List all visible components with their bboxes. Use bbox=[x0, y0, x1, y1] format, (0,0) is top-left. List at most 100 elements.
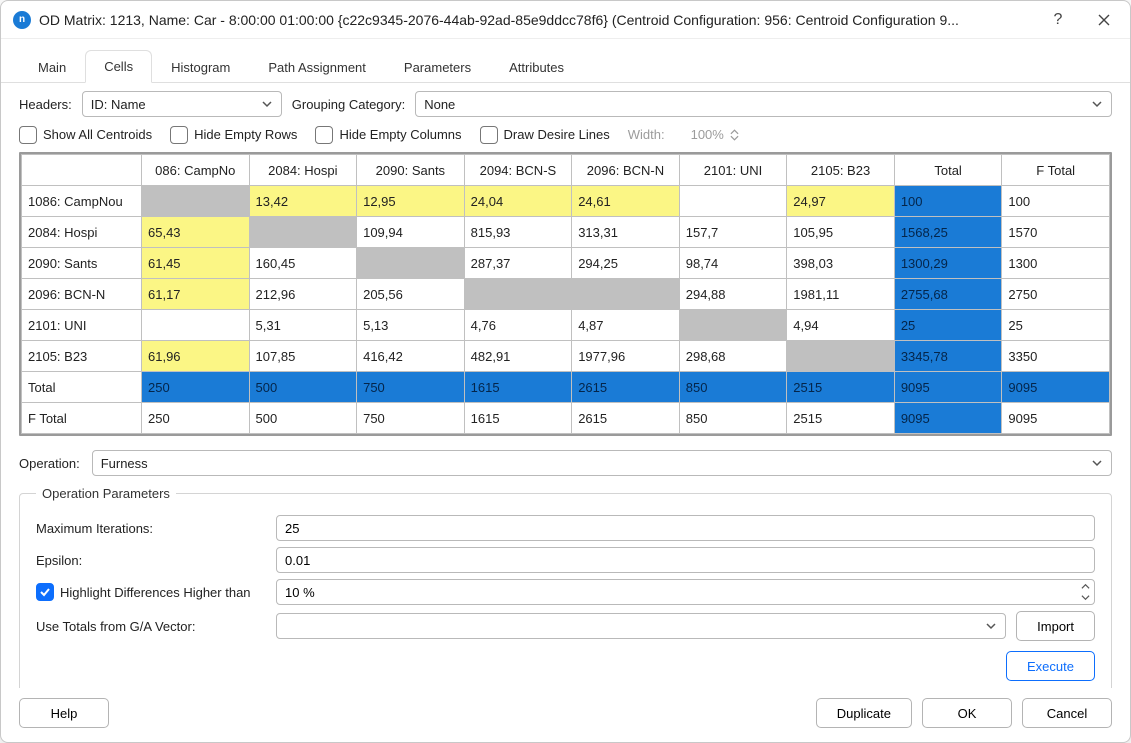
matrix-cell[interactable] bbox=[142, 310, 250, 341]
matrix-cell[interactable]: 109,94 bbox=[357, 217, 465, 248]
matrix-cell[interactable]: 9095 bbox=[894, 372, 1002, 403]
matrix-cell[interactable]: 294,25 bbox=[572, 248, 680, 279]
draw-desire-lines-checkbox[interactable]: Draw Desire Lines bbox=[480, 126, 610, 144]
matrix-cell[interactable]: 212,96 bbox=[249, 279, 357, 310]
matrix-cell[interactable]: 2515 bbox=[787, 403, 895, 434]
tab-cells[interactable]: Cells bbox=[85, 50, 152, 83]
hide-empty-columns-checkbox[interactable]: Hide Empty Columns bbox=[315, 126, 461, 144]
matrix-cell[interactable]: 1570 bbox=[1002, 217, 1110, 248]
matrix-cell[interactable]: 5,31 bbox=[249, 310, 357, 341]
matrix-cell[interactable]: 298,68 bbox=[679, 341, 787, 372]
matrix-cell[interactable]: 205,56 bbox=[357, 279, 465, 310]
matrix-cell[interactable]: 416,42 bbox=[357, 341, 465, 372]
matrix-cell[interactable]: 500 bbox=[249, 403, 357, 434]
tab-attributes[interactable]: Attributes bbox=[490, 51, 583, 83]
hide-empty-rows-checkbox[interactable]: Hide Empty Rows bbox=[170, 126, 297, 144]
help-button[interactable]: ? bbox=[1044, 6, 1072, 34]
matrix-row-header[interactable]: 2090: Sants bbox=[22, 248, 142, 279]
matrix-col-header[interactable]: 2090: Sants bbox=[357, 155, 465, 186]
matrix-col-header[interactable]: 086: CampNo bbox=[142, 155, 250, 186]
od-matrix-grid[interactable]: 086: CampNo2084: Hospi2090: Sants2094: B… bbox=[19, 152, 1112, 436]
matrix-row-header[interactable]: F Total bbox=[22, 403, 142, 434]
matrix-col-header[interactable]: 2096: BCN-N bbox=[572, 155, 680, 186]
matrix-col-header[interactable]: 2105: B23 bbox=[787, 155, 895, 186]
matrix-cell[interactable]: 250 bbox=[142, 403, 250, 434]
close-icon[interactable] bbox=[1090, 6, 1118, 34]
matrix-cell[interactable]: 398,03 bbox=[787, 248, 895, 279]
use-totals-combo[interactable] bbox=[276, 613, 1006, 639]
matrix-cell[interactable]: 850 bbox=[679, 372, 787, 403]
highlight-diff-checkbox[interactable]: Highlight Differences Higher than bbox=[36, 583, 266, 601]
matrix-cell[interactable]: 4,87 bbox=[572, 310, 680, 341]
matrix-cell[interactable]: 13,42 bbox=[249, 186, 357, 217]
matrix-cell[interactable]: 157,7 bbox=[679, 217, 787, 248]
matrix-cell[interactable]: 25 bbox=[894, 310, 1002, 341]
matrix-col-header[interactable]: 2101: UNI bbox=[679, 155, 787, 186]
matrix-cell[interactable]: 105,95 bbox=[787, 217, 895, 248]
matrix-cell[interactable]: 1300,29 bbox=[894, 248, 1002, 279]
matrix-row-header[interactable]: 2084: Hospi bbox=[22, 217, 142, 248]
matrix-cell[interactable]: 313,31 bbox=[572, 217, 680, 248]
matrix-cell[interactable]: 65,43 bbox=[142, 217, 250, 248]
width-spinner[interactable]: 100% bbox=[687, 125, 739, 144]
matrix-col-header[interactable]: F Total bbox=[1002, 155, 1110, 186]
matrix-cell[interactable]: 24,97 bbox=[787, 186, 895, 217]
matrix-row-header[interactable]: 1086: CampNou bbox=[22, 186, 142, 217]
matrix-row-header[interactable]: 2101: UNI bbox=[22, 310, 142, 341]
execute-button[interactable]: Execute bbox=[1006, 651, 1095, 681]
matrix-cell[interactable]: 4,76 bbox=[464, 310, 572, 341]
matrix-cell[interactable]: 24,04 bbox=[464, 186, 572, 217]
matrix-col-header[interactable]: Total bbox=[894, 155, 1002, 186]
chevron-down-icon[interactable] bbox=[1078, 592, 1092, 603]
matrix-cell[interactable]: 2615 bbox=[572, 403, 680, 434]
matrix-cell[interactable]: 500 bbox=[249, 372, 357, 403]
matrix-cell[interactable]: 61,45 bbox=[142, 248, 250, 279]
matrix-row-header[interactable]: 2096: BCN-N bbox=[22, 279, 142, 310]
chevron-up-icon[interactable] bbox=[1078, 581, 1092, 592]
matrix-cell[interactable]: 1981,11 bbox=[787, 279, 895, 310]
matrix-cell[interactable]: 3345,78 bbox=[894, 341, 1002, 372]
matrix-cell[interactable] bbox=[249, 217, 357, 248]
operation-combo[interactable]: Furness bbox=[92, 450, 1112, 476]
matrix-cell[interactable]: 100 bbox=[894, 186, 1002, 217]
matrix-cell[interactable]: 98,74 bbox=[679, 248, 787, 279]
matrix-cell[interactable]: 1615 bbox=[464, 372, 572, 403]
matrix-cell[interactable]: 61,96 bbox=[142, 341, 250, 372]
matrix-cell[interactable]: 250 bbox=[142, 372, 250, 403]
tab-main[interactable]: Main bbox=[19, 51, 85, 83]
matrix-col-header[interactable]: 2094: BCN-S bbox=[464, 155, 572, 186]
highlight-diff-input[interactable] bbox=[276, 579, 1095, 605]
matrix-cell[interactable]: 815,93 bbox=[464, 217, 572, 248]
matrix-cell[interactable]: 2755,68 bbox=[894, 279, 1002, 310]
matrix-cell[interactable]: 850 bbox=[679, 403, 787, 434]
matrix-cell[interactable] bbox=[679, 186, 787, 217]
matrix-cell[interactable]: 12,95 bbox=[357, 186, 465, 217]
matrix-cell[interactable]: 2750 bbox=[1002, 279, 1110, 310]
matrix-cell[interactable] bbox=[679, 310, 787, 341]
import-button[interactable]: Import bbox=[1016, 611, 1095, 641]
tab-path-assignment[interactable]: Path Assignment bbox=[249, 51, 385, 83]
matrix-cell[interactable]: 5,13 bbox=[357, 310, 465, 341]
matrix-row-header[interactable]: Total bbox=[22, 372, 142, 403]
tab-parameters[interactable]: Parameters bbox=[385, 51, 490, 83]
matrix-cell[interactable]: 24,61 bbox=[572, 186, 680, 217]
matrix-cell[interactable]: 482,91 bbox=[464, 341, 572, 372]
matrix-cell[interactable]: 3350 bbox=[1002, 341, 1110, 372]
matrix-cell[interactable]: 2515 bbox=[787, 372, 895, 403]
matrix-cell[interactable] bbox=[787, 341, 895, 372]
matrix-cell[interactable]: 294,88 bbox=[679, 279, 787, 310]
matrix-row-header[interactable]: 2105: B23 bbox=[22, 341, 142, 372]
matrix-cell[interactable]: 1615 bbox=[464, 403, 572, 434]
duplicate-button[interactable]: Duplicate bbox=[816, 698, 912, 728]
matrix-cell[interactable] bbox=[572, 279, 680, 310]
matrix-cell[interactable]: 100 bbox=[1002, 186, 1110, 217]
matrix-cell[interactable]: 287,37 bbox=[464, 248, 572, 279]
matrix-cell[interactable]: 2615 bbox=[572, 372, 680, 403]
matrix-cell[interactable]: 750 bbox=[357, 372, 465, 403]
ok-button[interactable]: OK bbox=[922, 698, 1012, 728]
grouping-combo[interactable]: None bbox=[415, 91, 1112, 117]
matrix-cell[interactable]: 61,17 bbox=[142, 279, 250, 310]
matrix-cell[interactable] bbox=[464, 279, 572, 310]
matrix-cell[interactable]: 1300 bbox=[1002, 248, 1110, 279]
cancel-button[interactable]: Cancel bbox=[1022, 698, 1112, 728]
